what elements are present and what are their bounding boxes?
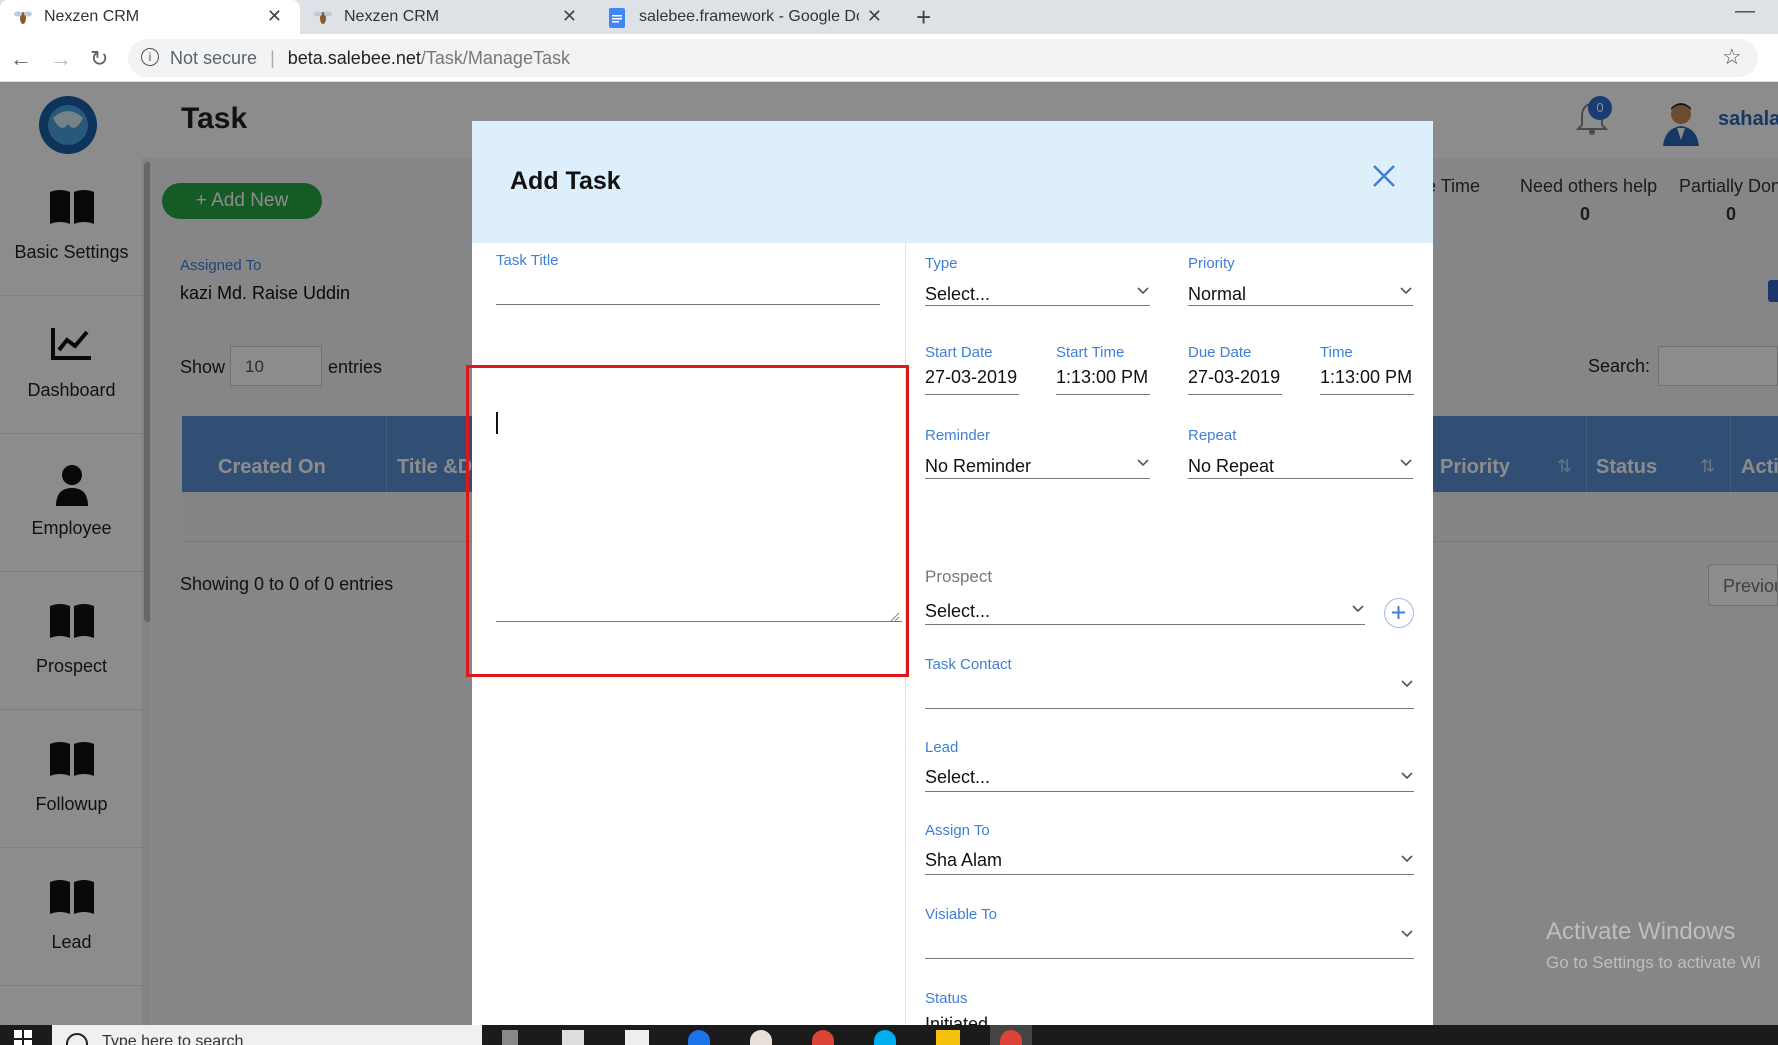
browser-tab-3[interactable]: salebee.framework - Google Doc ✕ xyxy=(595,0,900,34)
tab-title: Nexzen CRM xyxy=(344,8,440,25)
modal-title: Add Task xyxy=(510,167,621,195)
browser-tab-1[interactable]: Nexzen CRM ✕ xyxy=(0,0,300,34)
task-contact-select[interactable] xyxy=(925,680,1345,702)
mail-icon[interactable] xyxy=(625,1030,649,1045)
active-app-chrome[interactable] xyxy=(990,1025,1032,1045)
close-icon[interactable] xyxy=(1368,160,1400,192)
folder-icon[interactable] xyxy=(936,1030,960,1045)
chevron-down-icon[interactable] xyxy=(1400,676,1414,695)
repeat-select[interactable]: No Repeat xyxy=(1188,456,1274,477)
back-arrow-icon[interactable]: ← xyxy=(10,46,32,72)
bee-favicon-icon xyxy=(314,8,332,26)
start-time-input[interactable]: 1:13:00 PM xyxy=(1056,367,1148,388)
paint-icon[interactable] xyxy=(750,1030,772,1045)
bee-favicon-icon xyxy=(14,8,32,26)
url-path: /Task/ManageTask xyxy=(420,48,570,68)
google-docs-icon xyxy=(609,8,627,28)
activate-windows-subtitle: Go to Settings to activate Wi xyxy=(1546,953,1761,972)
status-label: Status xyxy=(925,990,968,1007)
priority-underline xyxy=(1188,305,1413,306)
close-tab-icon[interactable]: ✕ xyxy=(267,6,282,27)
lead-underline xyxy=(925,791,1414,792)
priority-label: Priority xyxy=(1188,255,1235,272)
browser-tab-2[interactable]: Nexzen CRM ✕ xyxy=(300,0,595,34)
taskbar-search-placeholder: Type here to search xyxy=(102,1033,244,1045)
chevron-down-icon[interactable] xyxy=(1400,926,1414,945)
chevron-down-icon[interactable] xyxy=(1400,768,1414,787)
store-icon[interactable] xyxy=(562,1030,584,1045)
prospect-label: Prospect xyxy=(925,567,993,586)
type-label: Type xyxy=(925,255,958,272)
type-select[interactable]: Select... xyxy=(925,284,990,305)
type-underline xyxy=(925,305,1150,306)
url-domain: beta.salebee.net xyxy=(287,48,421,68)
due-time-input[interactable]: 1:13:00 PM xyxy=(1320,367,1412,388)
assign-to-underline xyxy=(925,874,1414,875)
assign-to-label: Assign To xyxy=(925,822,990,839)
due-date-label: Due Date xyxy=(1188,344,1252,361)
chevron-down-icon[interactable] xyxy=(1399,283,1413,302)
chrome-icon[interactable] xyxy=(812,1030,834,1045)
start-date-underline xyxy=(925,394,1019,395)
skype-icon[interactable] xyxy=(874,1030,896,1045)
due-time-underline xyxy=(1320,394,1414,395)
due-date-input[interactable]: 27-03-2019 xyxy=(1188,367,1280,388)
task-contact-label: Task Contact xyxy=(925,656,1012,673)
new-tab-plus-icon[interactable]: + xyxy=(916,2,931,33)
chevron-down-icon[interactable] xyxy=(1399,455,1413,474)
edge-icon[interactable] xyxy=(688,1030,710,1045)
forward-arrow-icon[interactable]: → xyxy=(50,46,72,72)
start-time-label: Start Time xyxy=(1056,344,1125,361)
taskbar-search-box[interactable]: Type here to search xyxy=(52,1025,482,1045)
task-title-underline xyxy=(496,304,880,305)
visible-to-underline xyxy=(925,958,1414,959)
visible-to-select[interactable] xyxy=(925,930,1345,952)
lead-select[interactable]: Select... xyxy=(925,767,990,788)
start-date-input[interactable]: 27-03-2019 xyxy=(925,367,1017,388)
status-select[interactable]: Initiated xyxy=(925,1014,988,1025)
chevron-down-icon[interactable] xyxy=(1136,283,1150,302)
highlight-box xyxy=(466,365,909,677)
security-label: Not secure xyxy=(170,48,258,68)
status-select-clip: Initiated xyxy=(925,1014,1405,1025)
add-prospect-plus-icon[interactable] xyxy=(1384,598,1414,628)
priority-select[interactable]: Normal xyxy=(1188,284,1246,305)
visible-to-label: Visiable To xyxy=(925,906,997,923)
start-time-underline xyxy=(1056,394,1150,395)
prospect-select[interactable]: Select... xyxy=(925,601,990,622)
bookmark-star-icon[interactable]: ☆ xyxy=(1722,44,1742,70)
task-view-icon[interactable] xyxy=(502,1030,518,1045)
prospect-underline xyxy=(925,624,1365,625)
assign-to-select[interactable]: Sha Alam xyxy=(925,850,1002,871)
due-time-label: Time xyxy=(1320,344,1353,361)
repeat-underline xyxy=(1188,478,1413,479)
activate-windows-title: Activate Windows xyxy=(1546,918,1736,945)
minimize-window-icon[interactable]: — xyxy=(1735,0,1755,23)
repeat-label: Repeat xyxy=(1188,427,1237,444)
search-icon xyxy=(66,1033,88,1045)
due-date-underline xyxy=(1188,394,1282,395)
reminder-select[interactable]: No Reminder xyxy=(925,456,1031,477)
tab-title: Nexzen CRM xyxy=(44,8,140,25)
chevron-down-icon[interactable] xyxy=(1351,601,1365,620)
task-contact-underline xyxy=(925,708,1414,709)
reload-icon[interactable]: ↻ xyxy=(90,46,108,72)
start-date-label: Start Date xyxy=(925,344,993,361)
chevron-down-icon[interactable] xyxy=(1136,455,1150,474)
info-icon[interactable]: i xyxy=(141,48,159,66)
windows-start-icon[interactable] xyxy=(14,1030,32,1045)
lead-label: Lead xyxy=(925,739,959,756)
task-title-label: Task Title xyxy=(496,252,559,269)
chevron-down-icon[interactable] xyxy=(1400,851,1414,870)
reminder-label: Reminder xyxy=(925,427,991,444)
tab-title: salebee.framework - Google Doc xyxy=(639,8,859,25)
chrome-icon xyxy=(1000,1030,1022,1045)
close-tab-icon[interactable]: ✕ xyxy=(867,6,882,27)
url-display: Not secure | beta.salebee.net/Task/Manag… xyxy=(170,48,570,68)
reminder-underline xyxy=(925,478,1150,479)
close-tab-icon[interactable]: ✕ xyxy=(562,6,577,27)
task-title-input[interactable] xyxy=(496,272,880,304)
